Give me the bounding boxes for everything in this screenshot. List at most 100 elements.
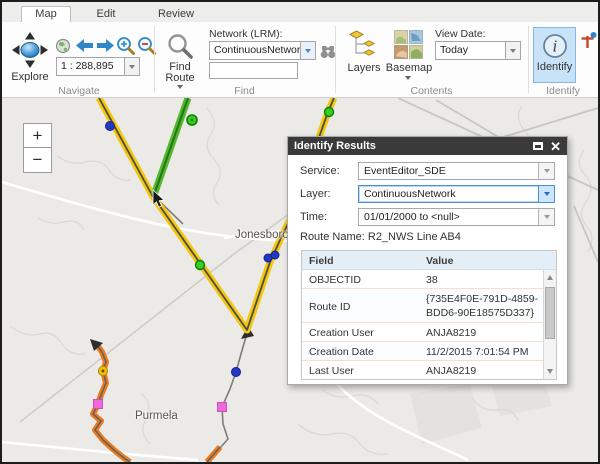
- ribbon: Explore: [2, 22, 598, 98]
- explore-label: Explore: [4, 72, 56, 83]
- table-header-value: Value: [424, 251, 556, 269]
- identify-route-location-icon: [580, 32, 597, 49]
- map-canvas[interactable]: Jonesboro Purmela + − Identify Results ✕…: [2, 98, 598, 462]
- map-zoom-out-button[interactable]: −: [23, 148, 52, 173]
- route-name-line: Route Name: R2_NWS Line AB4: [300, 231, 555, 243]
- identify-info-icon: i: [542, 33, 568, 59]
- layers-label: Layers: [344, 63, 384, 74]
- network-lrm-label: Network (LRM):: [209, 28, 283, 40]
- explore-button[interactable]: [9, 31, 51, 69]
- full-extent-button[interactable]: [54, 37, 72, 54]
- table-row[interactable]: Creation Date 11/2/2015 7:01:54 PM: [302, 342, 543, 361]
- route-green[interactable]: [154, 98, 188, 195]
- chevron-down-icon: [305, 49, 311, 53]
- scale-combobox[interactable]: 1 : 288,895: [56, 57, 140, 76]
- popup-title-text: Identify Results: [294, 140, 526, 152]
- ribbon-tab-bar: Map Edit Review: [2, 2, 598, 22]
- time-combobox[interactable]: 01/01/2000 to <null>: [358, 208, 555, 226]
- basemap-dropdown-caret[interactable]: [405, 76, 411, 80]
- arrow-left-icon: [75, 38, 94, 53]
- field-cell: Last User: [302, 361, 424, 379]
- scrollbar-thumb[interactable]: [545, 287, 555, 339]
- table-row[interactable]: Creation User ANJA8219: [302, 323, 543, 342]
- group-label-contents: Contents: [335, 85, 528, 97]
- popup-titlebar[interactable]: Identify Results ✕: [288, 137, 567, 155]
- basemap-label: Basemap: [384, 63, 434, 74]
- map-zoom-in-button[interactable]: +: [23, 123, 52, 148]
- layer-combobox[interactable]: ContinuousNetwork: [358, 185, 555, 203]
- view-date-combobox[interactable]: Today: [435, 41, 521, 60]
- route-gray[interactable]: [220, 333, 247, 448]
- route-name-value: R2_NWS Line AB4: [368, 231, 461, 243]
- route-orange-stub[interactable]: [207, 447, 220, 462]
- service-label: Service:: [300, 165, 358, 177]
- chevron-down-icon: [544, 169, 550, 173]
- group-separator: [154, 26, 155, 93]
- explore-icon: [11, 31, 49, 69]
- group-separator: [335, 26, 336, 93]
- event-editor-window: Map Edit Review Explore: [0, 0, 600, 464]
- attributes-table: Field Value OBJECTID 38 Route ID {735E4F…: [301, 250, 557, 380]
- identify-route-location-button[interactable]: [579, 31, 597, 49]
- svg-text:i: i: [552, 38, 557, 56]
- layers-icon: [348, 29, 378, 59]
- service-dropdown-button[interactable]: [538, 163, 554, 179]
- town-label-purmela: Purmela: [135, 410, 178, 422]
- layer-label: Layer:: [300, 188, 358, 200]
- basemap-button[interactable]: [392, 28, 424, 60]
- layer-dropdown-button[interactable]: [538, 186, 554, 202]
- table-scrollbar[interactable]: [543, 270, 556, 379]
- table-row[interactable]: OBJECTID 38: [302, 270, 543, 289]
- forward-extent-button[interactable]: [95, 36, 115, 54]
- zoom-in-button[interactable]: [115, 35, 135, 55]
- globe-icon: [55, 38, 71, 54]
- group-label-identify: Identify: [528, 85, 598, 97]
- binoculars-icon: [320, 45, 336, 59]
- chevron-down-icon: [510, 49, 516, 53]
- time-dropdown-button[interactable]: [538, 209, 554, 225]
- view-date-dropdown-button[interactable]: [505, 42, 520, 59]
- map-zoom-control: + −: [23, 123, 52, 173]
- tab-edit[interactable]: Edit: [84, 7, 128, 22]
- find-route-magnifier-icon: [167, 33, 193, 59]
- tab-review[interactable]: Review: [150, 7, 202, 22]
- maximize-icon[interactable]: [533, 142, 543, 150]
- layers-button[interactable]: [346, 28, 380, 60]
- back-extent-button[interactable]: [74, 36, 94, 54]
- route-search-input[interactable]: [209, 62, 298, 79]
- view-date-label: View Date:: [435, 28, 486, 40]
- service-combobox[interactable]: EventEditor_SDE: [358, 162, 555, 180]
- close-icon[interactable]: ✕: [550, 141, 561, 152]
- layer-value: ContinuousNetwork: [359, 186, 538, 202]
- network-combobox[interactable]: ContinuousNetwork: [209, 41, 316, 60]
- table-row[interactable]: Route ID {735E4F0E-791D-4859-BDD6-90E185…: [302, 289, 543, 323]
- group-separator: [528, 26, 529, 93]
- scale-value: 1 : 288,895: [57, 58, 124, 75]
- value-cell: {735E4F0E-791D-4859-BDD6-90E18575D337}: [424, 289, 543, 322]
- parcel-shape: [410, 384, 482, 444]
- tab-map[interactable]: Map: [21, 6, 71, 22]
- town-label-jonesboro: Jonesboro: [235, 229, 289, 241]
- field-cell: Route ID: [302, 289, 424, 322]
- find-route-label-2: Route: [162, 73, 198, 84]
- network-dropdown-button[interactable]: [300, 42, 315, 59]
- value-cell: 11/2/2015 7:01:54 PM: [424, 342, 543, 360]
- view-date-value: Today: [436, 42, 505, 59]
- identify-results-popup: Identify Results ✕ Service: EventEditor_…: [287, 136, 568, 385]
- identify-button[interactable]: i Identify: [533, 27, 576, 83]
- table-row[interactable]: Last User ANJA8219: [302, 361, 543, 379]
- scale-dropdown-button[interactable]: [124, 58, 139, 75]
- time-label: Time:: [300, 211, 358, 223]
- chevron-down-icon: [129, 65, 135, 69]
- route-name-label: Route Name:: [300, 231, 365, 243]
- find-route-button[interactable]: [165, 32, 195, 60]
- identify-label: Identify: [537, 62, 572, 73]
- scroll-down-icon[interactable]: [547, 369, 553, 374]
- zoom-out-button[interactable]: [136, 35, 156, 55]
- field-cell: OBJECTID: [302, 270, 424, 288]
- field-cell: Creation User: [302, 323, 424, 341]
- chevron-down-icon: [544, 215, 550, 219]
- scroll-up-icon[interactable]: [547, 275, 553, 280]
- basemap-icon: [394, 30, 423, 59]
- group-label-find: Find: [154, 85, 335, 97]
